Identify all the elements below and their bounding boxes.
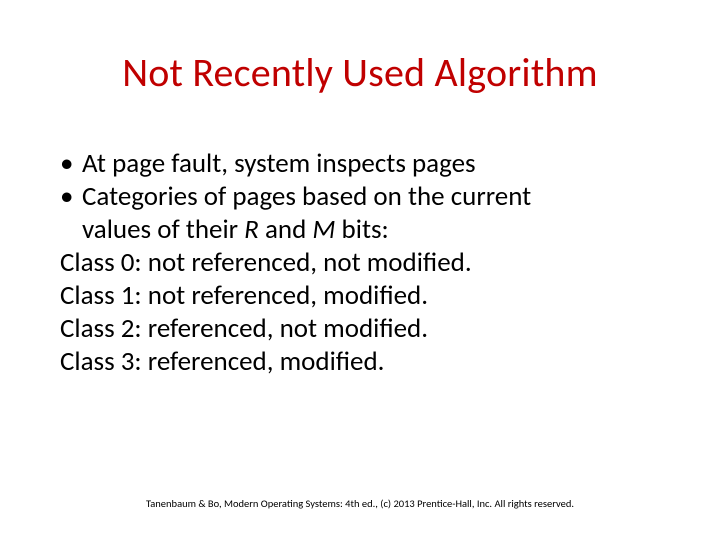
bullet-text: Categories of pages based on the current	[82, 181, 660, 214]
class-line: Class 0: not referenced, not modified.	[60, 247, 660, 280]
bullet-text: At page fault, system inspects pages	[82, 148, 660, 181]
italic-r: R	[244, 213, 259, 246]
text-fragment: bits:	[335, 213, 388, 246]
class-line: Class 3: referenced, modified.	[60, 346, 660, 379]
footer-citation: Tanenbaum & Bo, Modern Operating Systems…	[0, 497, 720, 510]
text-fragment: values of their	[82, 213, 244, 246]
slide-body: • At page fault, system inspects pages •…	[60, 148, 660, 379]
text-fragment: and	[259, 213, 313, 246]
slide-title: Not Recently Used Algorithm	[0, 48, 720, 97]
bullet-item: • At page fault, system inspects pages	[60, 148, 660, 181]
bullet-continuation: values of their R and M bits:	[60, 214, 660, 247]
class-line: Class 1: not referenced, modified.	[60, 280, 660, 313]
bullet-dot-icon: •	[60, 181, 82, 214]
italic-m: M	[312, 213, 335, 246]
bullet-dot-icon: •	[60, 148, 82, 181]
slide: Not Recently Used Algorithm • At page fa…	[0, 0, 720, 540]
class-line: Class 2: referenced, not modified.	[60, 313, 660, 346]
bullet-item: • Categories of pages based on the curre…	[60, 181, 660, 214]
